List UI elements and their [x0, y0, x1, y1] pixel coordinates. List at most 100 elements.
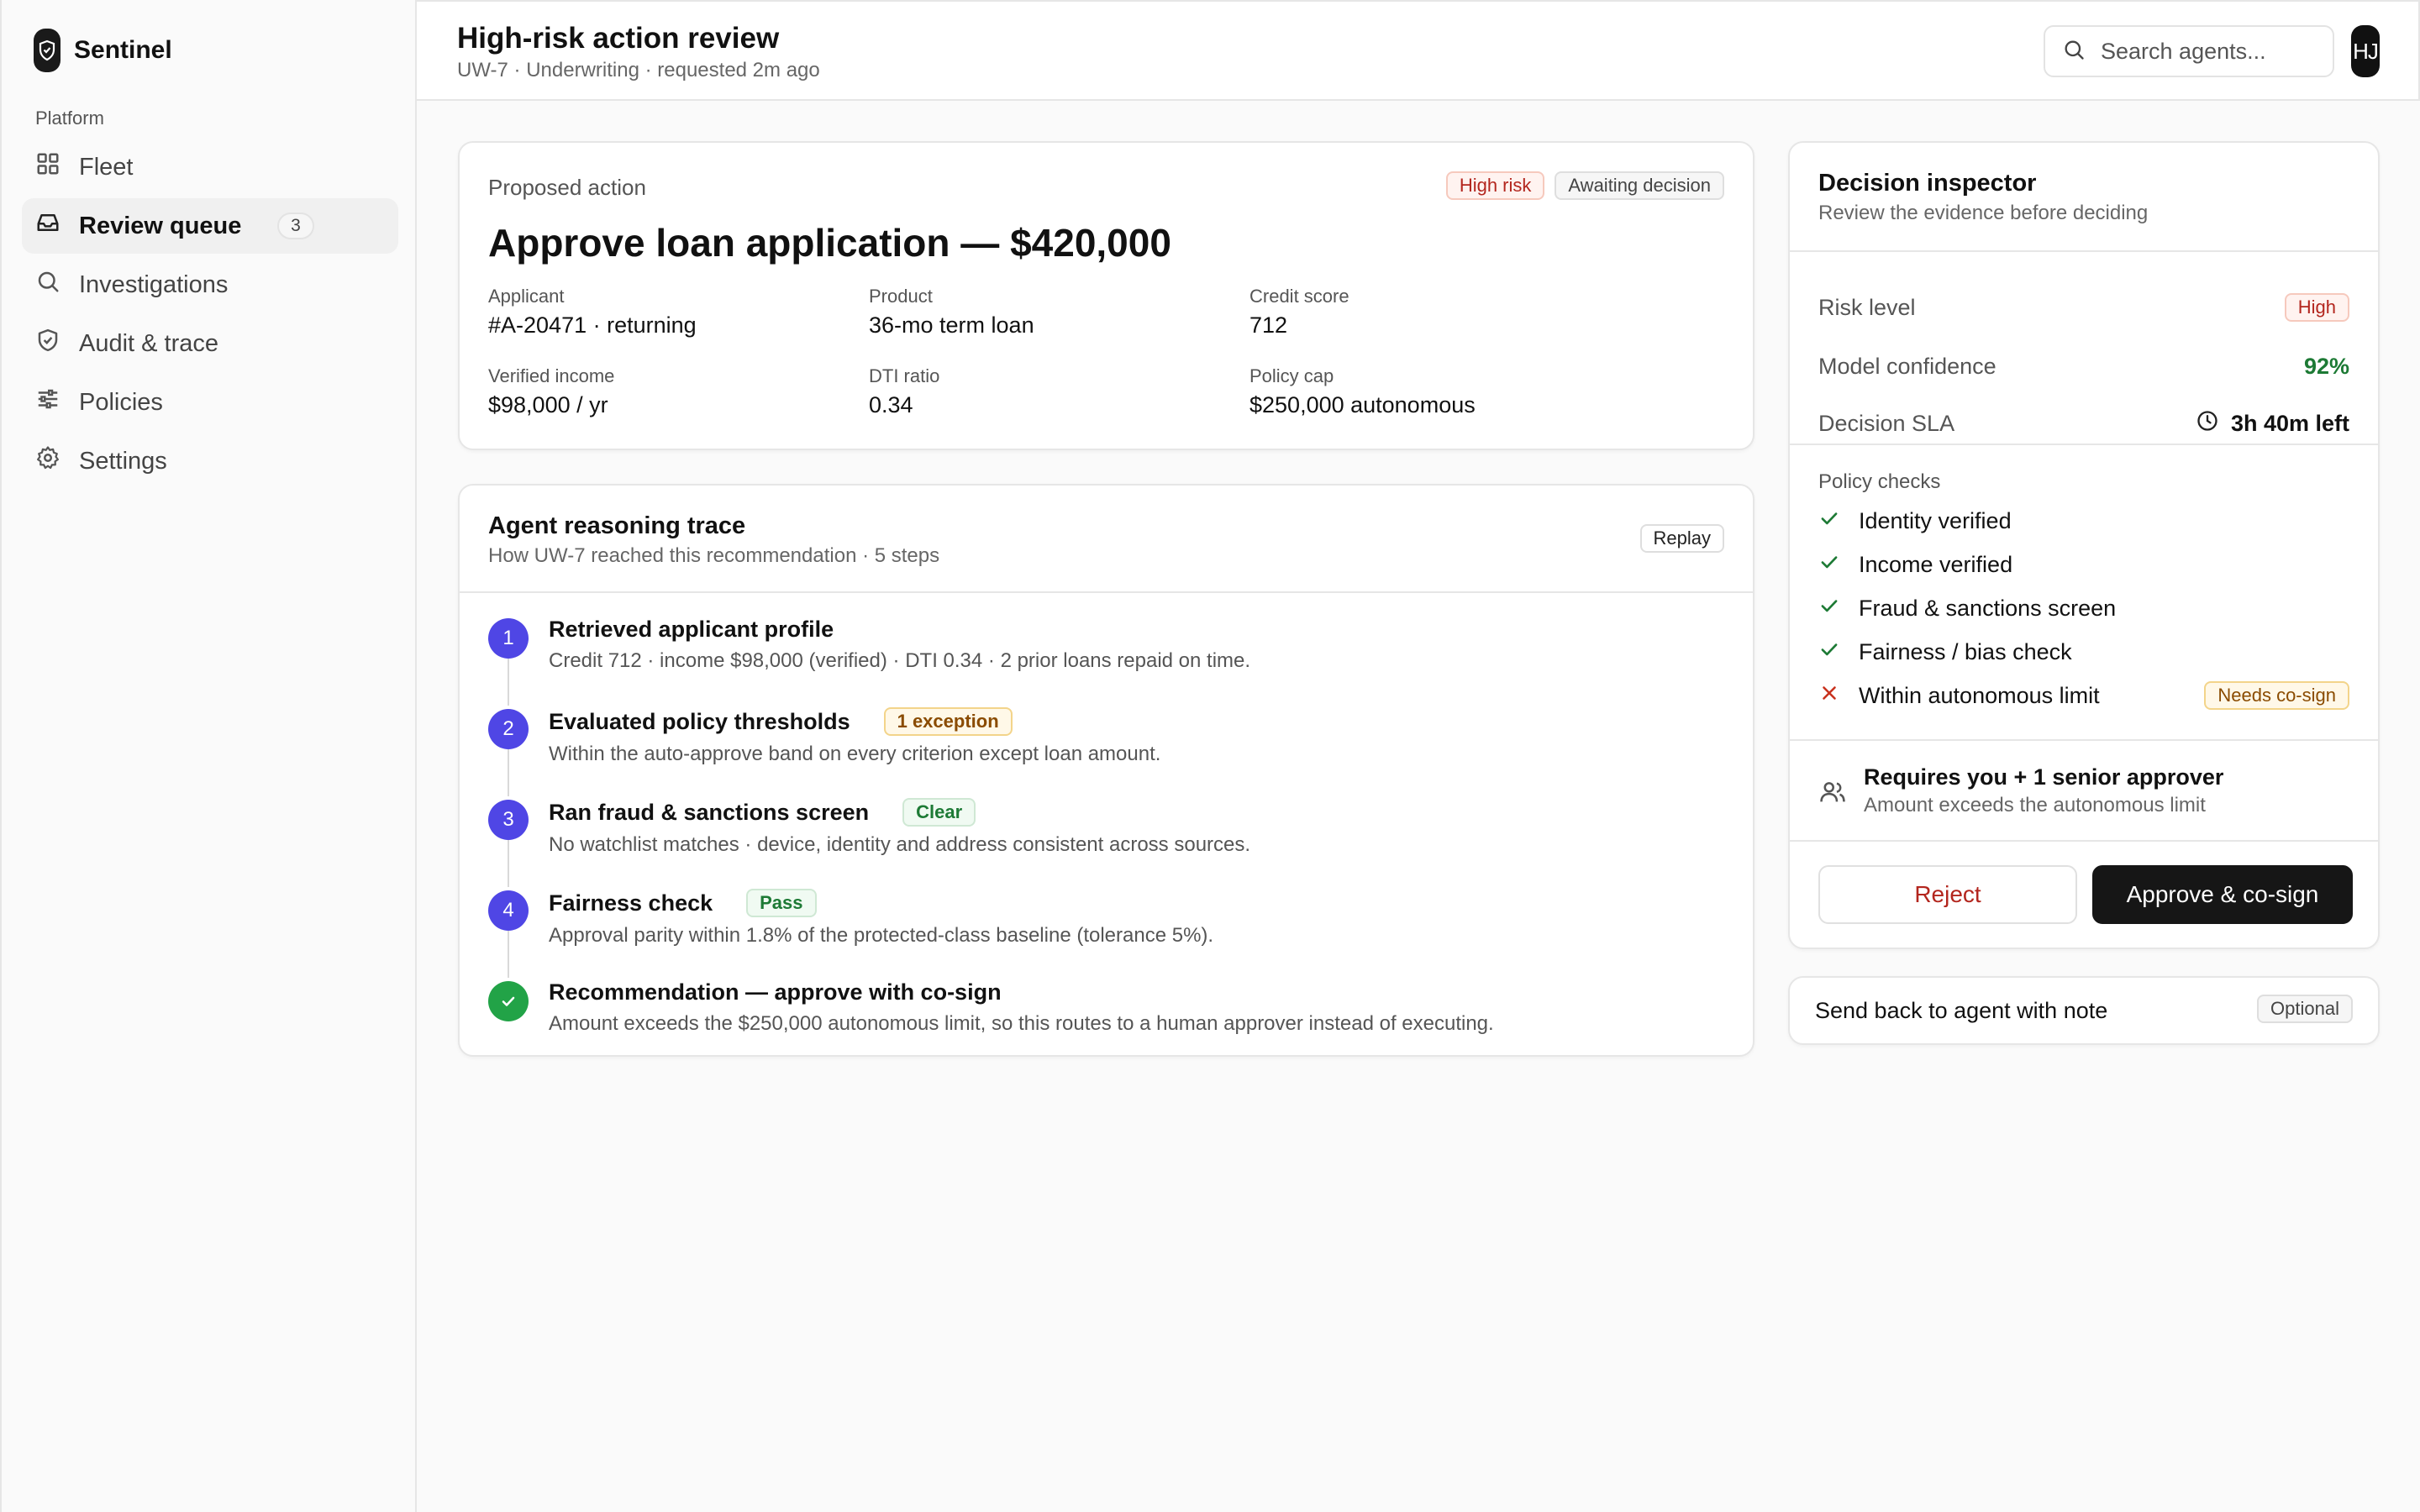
sidebar-item-fleet[interactable]: Fleet — [22, 139, 398, 195]
trace-step[interactable]: 2 Evaluated policy thresholds 1 exception… — [488, 699, 1715, 796]
trace-step[interactable]: 4 Fairness check Pass Approval parity wit… — [488, 880, 1715, 978]
sidebar: Sentinel Platform Fleet Review queue 3 I… — [0, 0, 417, 1512]
step-description: Approval parity within 1.8% of the prote… — [549, 924, 1214, 947]
field-value: 0.34 — [869, 392, 913, 417]
search-input[interactable] — [2101, 38, 2302, 65]
trace-step[interactable]: 1 Retrieved applicant profile Credit 712… — [488, 608, 1715, 706]
high-risk-badge: High risk — [1445, 171, 1545, 200]
gear-icon — [35, 445, 60, 477]
exception-badge: 1 exception — [883, 707, 1013, 736]
field-value: $98,000 / yr — [488, 392, 608, 417]
grid-icon — [35, 151, 60, 183]
field-value: 36-mo term loan — [869, 312, 1034, 338]
check-icon — [1818, 595, 1840, 622]
top-bar: High-risk action review UW-7 · Underwrit… — [417, 0, 2420, 101]
users-icon — [1818, 764, 1847, 817]
sidebar-item-policies[interactable]: Policies — [22, 375, 398, 430]
step-number: 3 — [488, 800, 529, 840]
app-root: Sentinel Platform Fleet Review queue 3 I… — [0, 0, 2420, 1512]
field-value: #A-20471 · returning — [488, 312, 697, 338]
step-number: 1 — [488, 618, 529, 659]
search-box[interactable] — [2044, 25, 2334, 77]
decision-sla-value-wrap: 3h 40m left — [2196, 409, 2349, 438]
trace-step[interactable]: 3 Ran fraud & sanctions screen Clear No w… — [488, 790, 1715, 887]
brand[interactable]: Sentinel — [34, 29, 172, 72]
divider — [460, 591, 1753, 593]
page-title: High-risk action review — [457, 22, 780, 55]
trace-subtitle: How UW-7 reached this recommendation · 5… — [488, 544, 940, 567]
search-icon — [35, 269, 60, 301]
approver-title: Requires you + 1 senior approver — [1864, 764, 2224, 790]
divider — [1790, 250, 2378, 252]
field-applicant: Applicant #A-20471 · returning — [488, 286, 869, 339]
sidebar-nav: Fleet Review queue 3 Investigations Audi… — [22, 139, 398, 492]
field-label: Applicant — [488, 286, 565, 307]
step-title: Retrieved applicant profile — [549, 617, 834, 642]
application-details: Applicant #A-20471 · returning Product 36-… — [488, 286, 1698, 418]
user-avatar[interactable]: HJ — [2351, 25, 2380, 77]
optional-badge: Optional — [2257, 995, 2353, 1023]
nav-section-label: Platform — [35, 108, 104, 129]
shield-logo-icon — [34, 29, 60, 72]
check-icon — [1818, 638, 1840, 666]
send-back-label: Send back to agent with note — [1815, 998, 2108, 1023]
shield-icon — [35, 328, 60, 360]
x-icon — [1818, 682, 1840, 710]
model-confidence-label: Model confidence — [1818, 353, 1996, 379]
step-number: 2 — [488, 709, 529, 749]
risk-level-label: Risk level — [1818, 294, 1916, 320]
field-label: Policy cap — [1249, 365, 1334, 386]
sidebar-item-audit-trace[interactable]: Audit & trace — [22, 316, 398, 371]
policy-check-item: Fairness / bias check — [1818, 630, 2349, 674]
proposed-badges: High risk Awaiting decision — [1445, 171, 1724, 200]
policy-check-item: Fraud & sanctions screen — [1818, 586, 2349, 630]
policy-check-item: Income verified — [1818, 543, 2349, 586]
trace-step[interactable]: Recommendation — approve with co-sign Am… — [488, 971, 1715, 1062]
needs-cosign-badge: Needs co-sign — [2204, 681, 2349, 710]
trace-steps: 1 Retrieved applicant profile Credit 712… — [488, 608, 1715, 1062]
policy-check-label: Fairness / bias check — [1859, 638, 2072, 664]
step-description: Amount exceeds the $250,000 autonomous l… — [549, 1012, 1494, 1035]
policy-check-item: Identity verified — [1818, 499, 2349, 543]
inspector-title: Decision inspector — [1818, 170, 2037, 197]
divider — [1790, 739, 2378, 741]
sidebar-item-label: Policies — [79, 388, 163, 416]
search-icon — [2062, 38, 2086, 66]
sidebar-item-settings[interactable]: Settings — [22, 433, 398, 489]
field-verified-income: Verified income $98,000 / yr — [488, 365, 869, 418]
approve-cosign-button[interactable]: Approve & co-sign — [2092, 865, 2353, 924]
field-label: DTI ratio — [869, 365, 940, 386]
divider — [1790, 444, 2378, 445]
model-confidence-value: 92% — [2303, 353, 2349, 379]
policy-checks-label: Policy checks — [1818, 470, 1941, 493]
trace-title: Agent reasoning trace — [488, 512, 746, 539]
policy-checks-list: Identity verified Income verified Fraud … — [1818, 499, 2349, 717]
policy-check-item: Within autonomous limit Needs co-sign — [1818, 674, 2349, 717]
inspector-subtitle: Review the evidence before deciding — [1818, 202, 2149, 224]
field-label: Verified income — [488, 365, 615, 386]
send-back-card[interactable]: Send back to agent with note Optional — [1788, 976, 2380, 1045]
sidebar-item-investigations[interactable]: Investigations — [22, 257, 398, 312]
field-label: Product — [869, 286, 933, 307]
reject-button[interactable]: Reject — [1818, 865, 2077, 924]
policy-check-label: Within autonomous limit — [1859, 682, 2100, 708]
step-description: Within the auto-approve band on every cr… — [549, 743, 1161, 765]
inbox-icon — [35, 210, 60, 242]
reasoning-trace-card: Agent reasoning trace How UW-7 reached t… — [458, 484, 1754, 1057]
replay-button[interactable]: Replay — [1639, 524, 1724, 553]
proposed-action-card: Proposed action High risk Awaiting decis… — [458, 141, 1754, 450]
status-badge: Awaiting decision — [1555, 171, 1724, 200]
sidebar-item-review-queue[interactable]: Review queue 3 — [22, 198, 398, 254]
step-description: No watchlist matches · device, identity … — [549, 833, 1251, 856]
proposed-action-label: Proposed action — [488, 175, 646, 200]
decision-inspector-card: Decision inspector Review the evidence b… — [1788, 141, 2380, 949]
policy-check-label: Income verified — [1859, 551, 2013, 577]
sidebar-item-label: Review queue — [79, 212, 242, 239]
check-icon — [1818, 551, 1840, 579]
field-credit-score: Credit score 712 — [1249, 286, 1630, 339]
step-title: Recommendation — approve with co-sign — [549, 979, 1002, 1005]
decision-sla-value: 3h 40m left — [2230, 410, 2349, 436]
step-title: Evaluated policy thresholds — [549, 708, 850, 734]
sliders-icon — [35, 386, 60, 418]
risk-level-row: Risk level High — [1818, 291, 2349, 324]
